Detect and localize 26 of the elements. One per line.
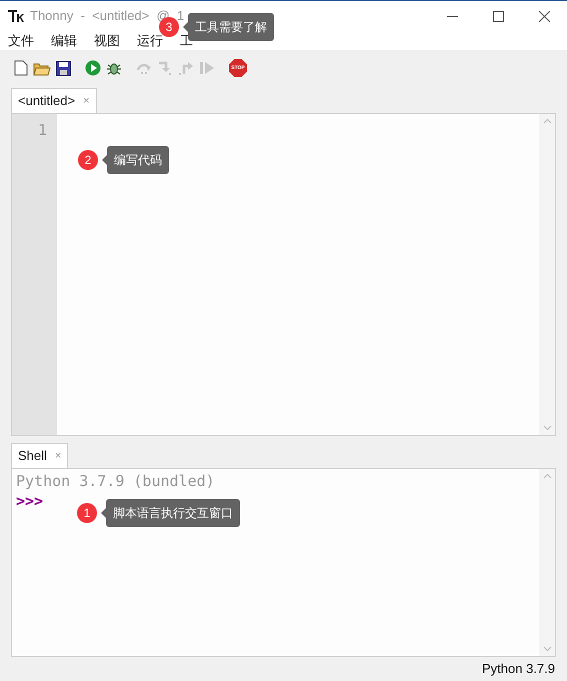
shell-tab[interactable]: Shell × <box>11 443 68 468</box>
chevron-up-icon[interactable] <box>542 473 552 479</box>
maximize-icon <box>492 10 504 22</box>
tab-label: Shell <box>18 447 47 466</box>
new-file-icon[interactable] <box>14 60 28 76</box>
callout-text: 编写代码 <box>114 152 162 169</box>
shell-output-line: Python 3.7.9 (bundled) <box>16 471 216 491</box>
editor-tab[interactable]: <untitled> × <box>11 88 97 113</box>
callout-text: 脚本语言执行交互窗口 <box>113 505 233 522</box>
scrollbar[interactable] <box>539 114 555 435</box>
tab-label: <untitled> <box>18 92 76 110</box>
app-logo-icon <box>8 9 24 23</box>
menu-item[interactable]: 编辑 <box>51 30 77 50</box>
menu-item[interactable]: 视图 <box>94 30 120 50</box>
close-icon <box>538 10 550 22</box>
folder-icon[interactable] <box>33 60 51 76</box>
line-number: 1 <box>38 120 47 141</box>
chevron-down-icon[interactable] <box>542 646 552 652</box>
menu-item[interactable]: 文件 <box>8 30 34 50</box>
scrollbar[interactable] <box>539 469 555 656</box>
chevron-up-icon[interactable] <box>542 118 552 124</box>
status-text: Python 3.7.9 <box>482 660 555 678</box>
callout-text: 工具需要了解 <box>195 19 267 36</box>
shell-prompt: >>> <box>16 491 44 511</box>
chevron-down-icon[interactable] <box>542 425 552 431</box>
play-icon[interactable] <box>85 60 101 76</box>
